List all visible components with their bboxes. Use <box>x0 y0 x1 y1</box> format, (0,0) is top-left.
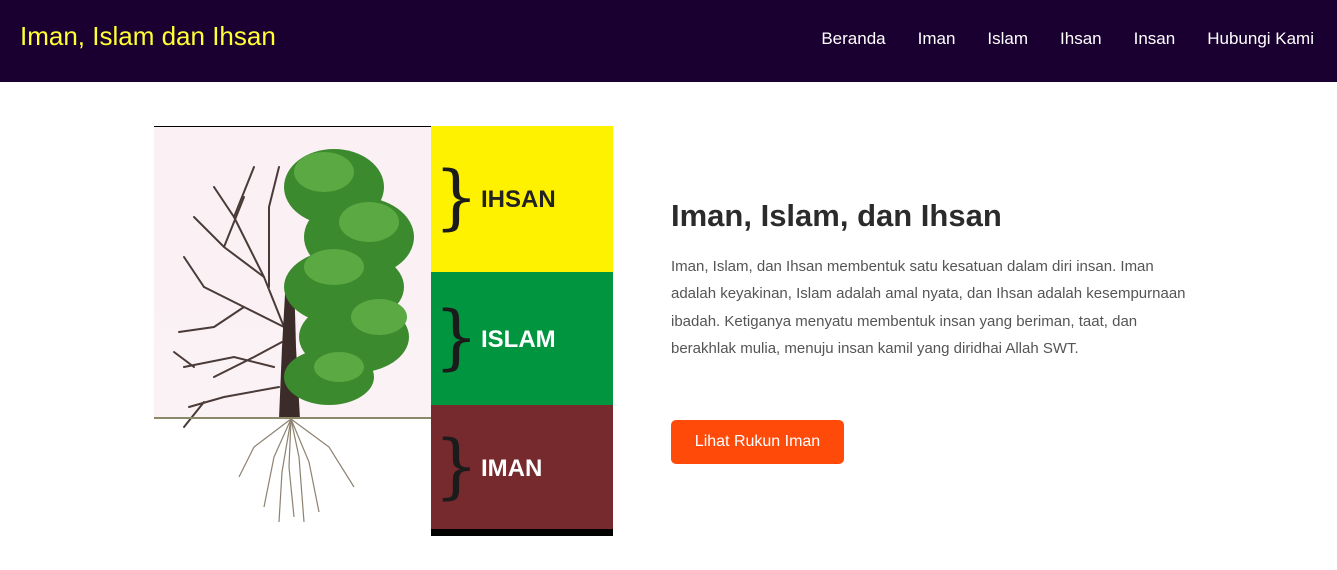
section-description: Iman, Islam, dan Ihsan membentuk satu ke… <box>671 258 1186 357</box>
band-islam: } ISLAM <box>431 272 613 405</box>
band-ihsan: } IHSAN <box>431 126 613 272</box>
hero-image: } IHSAN } ISLAM } IMAN <box>154 126 613 536</box>
band-label-iman: IMAN <box>481 455 543 482</box>
lihat-rukun-iman-button[interactable]: Lihat Rukun Iman <box>671 420 844 464</box>
nav-link-hubungi-kami[interactable]: Hubungi Kami <box>1207 29 1314 49</box>
nav-link-ihsan[interactable]: Ihsan <box>1060 29 1102 49</box>
band-label-ihsan: IHSAN <box>481 186 556 213</box>
brace-ihsan: } <box>434 156 479 238</box>
nav-link-beranda[interactable]: Beranda <box>821 29 885 49</box>
nav-link-islam[interactable]: Islam <box>987 29 1028 49</box>
band-label-islam: ISLAM <box>481 326 556 353</box>
nav-menu: Beranda Iman Islam Ihsan Insan Hubungi K… <box>789 29 1314 49</box>
nav-link-iman[interactable]: Iman <box>918 29 956 49</box>
site-brand-link[interactable]: Iman, Islam dan Ihsan <box>20 20 276 52</box>
brace-islam: } <box>434 296 479 378</box>
section-title: Iman, Islam, dan Ihsan <box>671 198 1002 233</box>
tree-illustration <box>154 126 431 536</box>
intro-section: Iman, Islam, dan Ihsan Iman, Islam, dan … <box>671 196 1201 464</box>
nav-link-insan[interactable]: Insan <box>1134 29 1176 49</box>
band-iman: } IMAN <box>431 405 613 529</box>
brace-iman: } <box>434 425 479 507</box>
navbar: Iman, Islam dan Ihsan Beranda Iman Islam… <box>0 0 1337 82</box>
tree-drawing <box>154 149 431 523</box>
band-bottom-bar <box>431 529 613 536</box>
